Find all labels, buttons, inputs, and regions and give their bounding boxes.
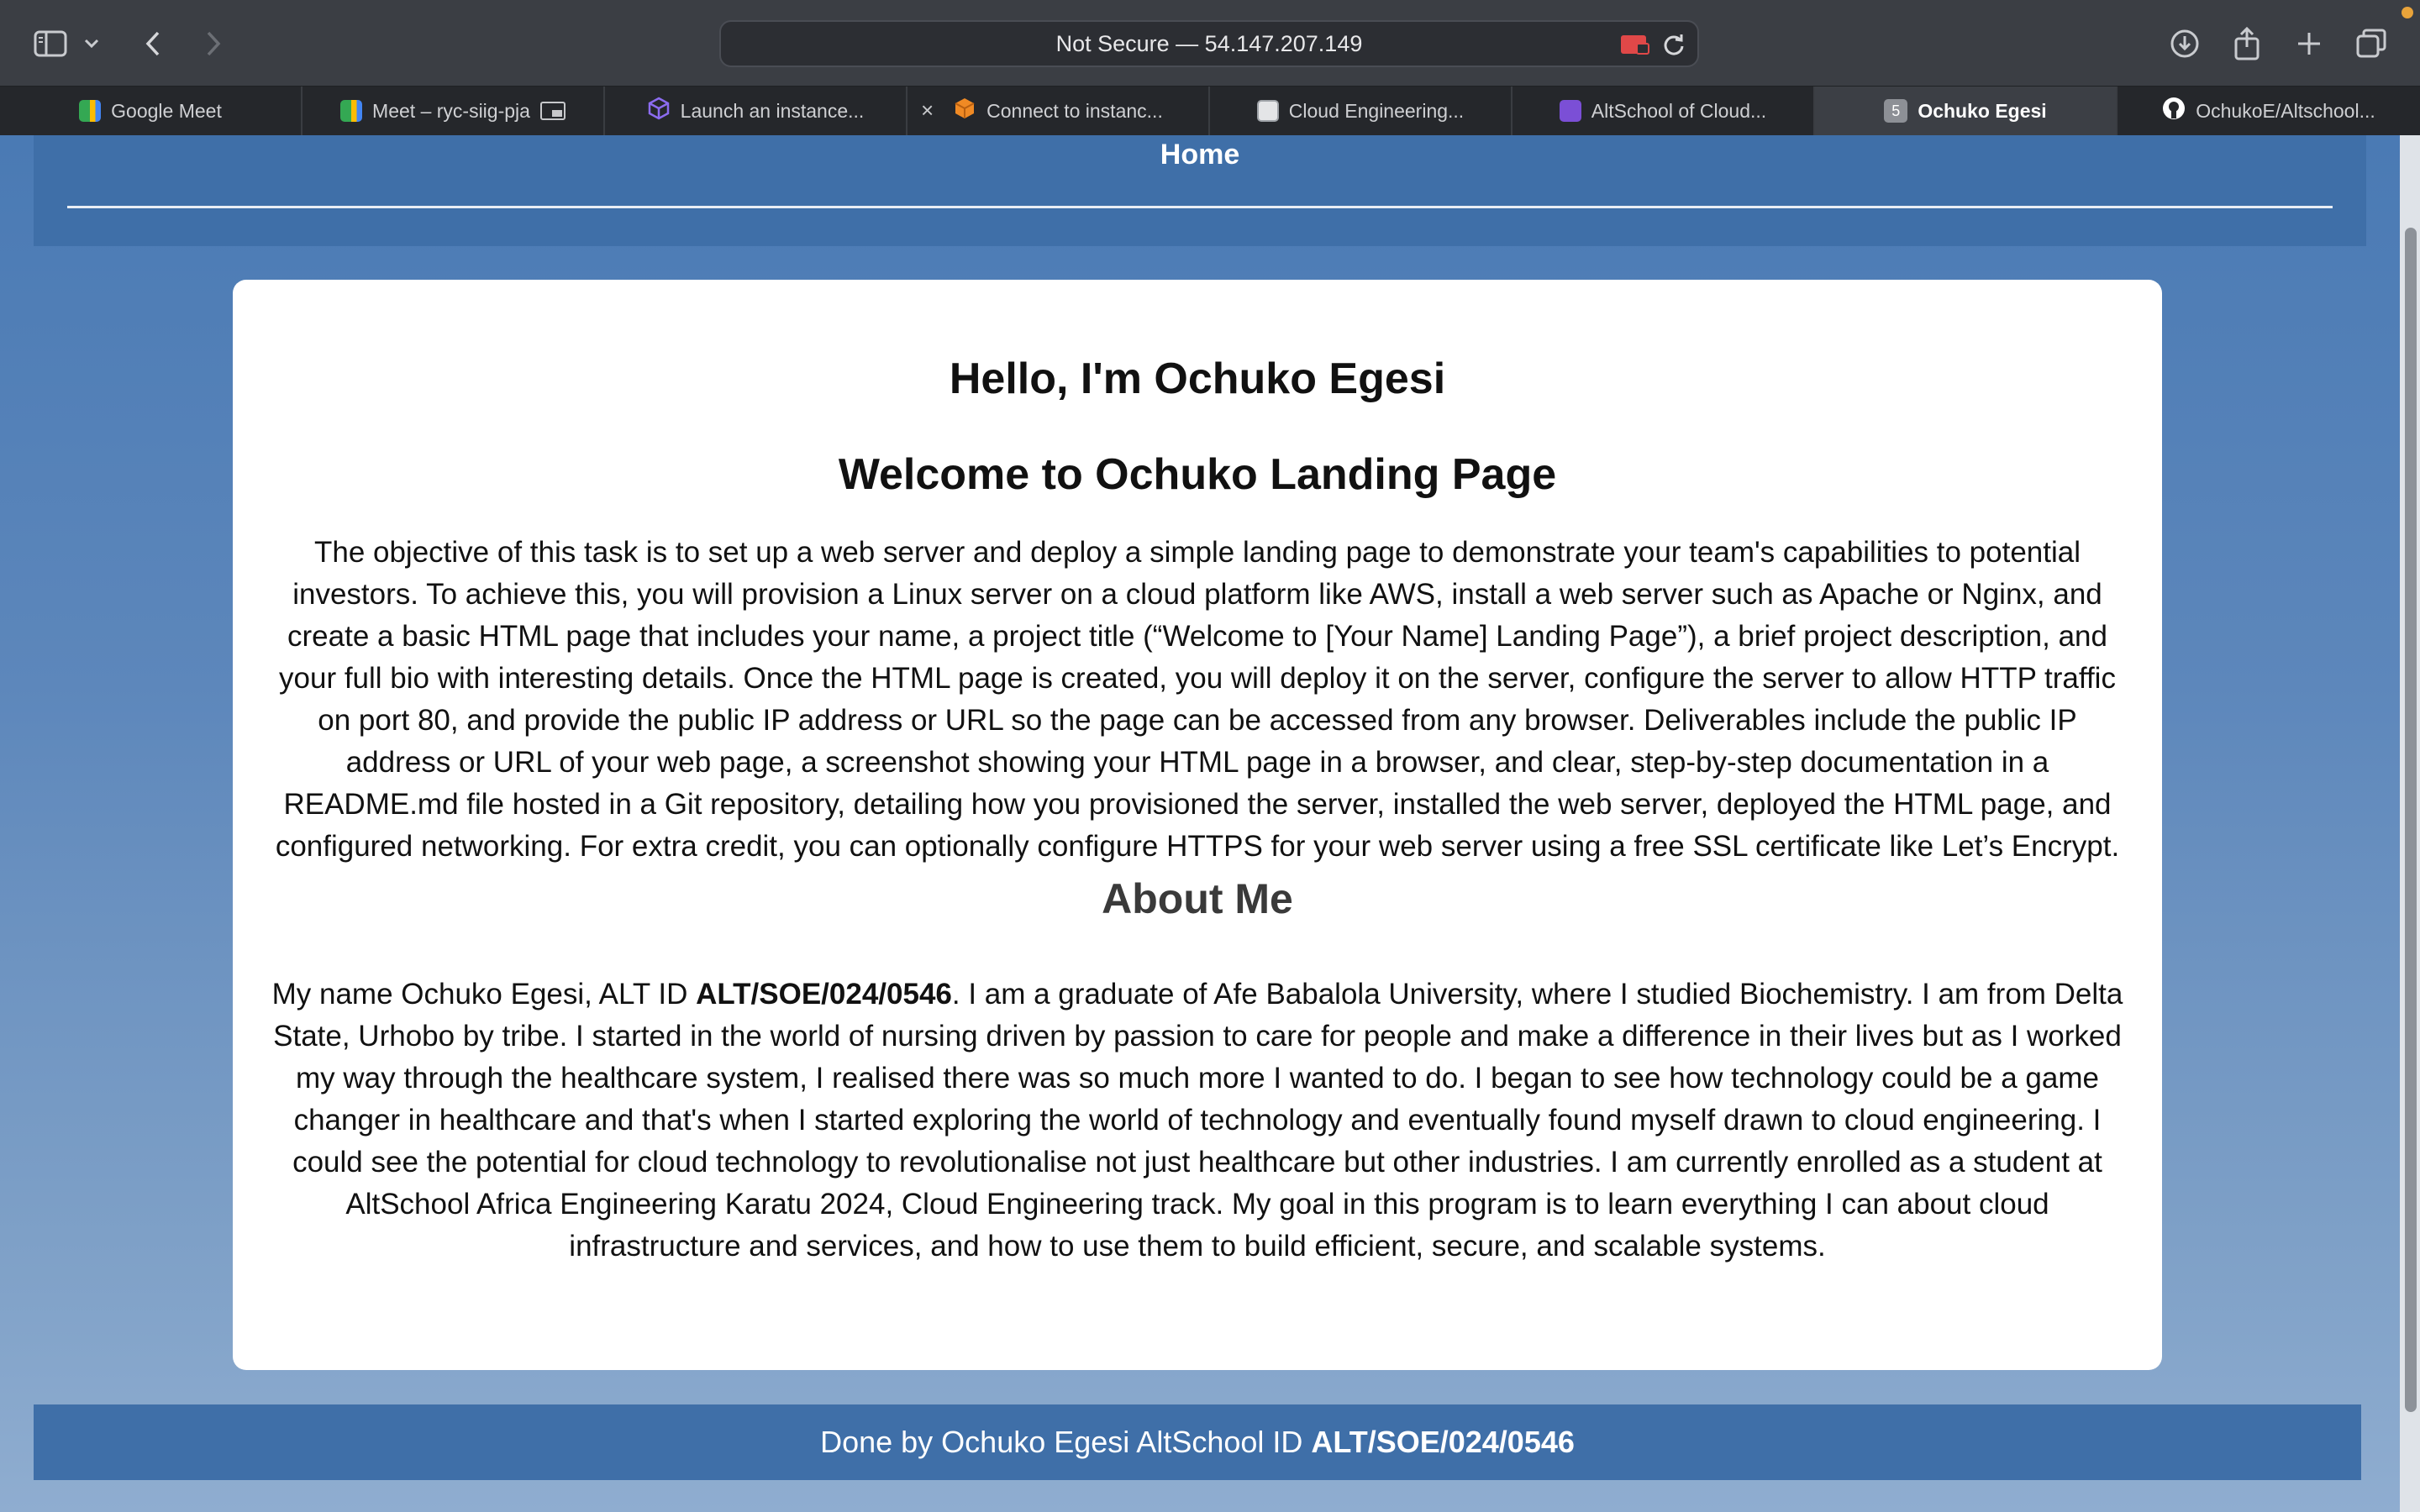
page-viewport: Home Hello, I'm Ochuko Egesi Welcome to … [0,135,2420,1512]
google-meet-icon [340,100,363,122]
nav-home-link[interactable]: Home [34,139,2366,171]
tab-label: Connect to instanc... [986,99,1163,122]
tab-meet-call[interactable]: Meet – ryc-siig-pja [302,87,605,135]
alt-id: ALT/SOE/024/0546 [696,978,952,1011]
tab-label: Cloud Engineering... [1288,99,1465,122]
tab-label: Meet – ryc-siig-pja [372,99,530,122]
tab-label: Launch an instance... [680,99,865,122]
scrollbar-thumb[interactable] [2405,228,2417,1412]
tab-label: AltSchool of Cloud... [1591,99,1767,122]
share-icon[interactable] [2228,25,2265,62]
site-footer: Done by Ochuko Egesi AltSchool ID ALT/SO… [34,1404,2361,1480]
sidebar-toggle-icon[interactable] [32,25,69,62]
doc-icon [1256,100,1279,122]
tab-cloud-engineering[interactable]: Cloud Engineering... [1210,87,1512,135]
page-title: Welcome to Ochuko Landing Page [838,450,1557,499]
tab-bar: Google Meet Meet – ryc-siig-pja Launch a… [0,87,2420,135]
tab-altschool[interactable]: AltSchool of Cloud... [1512,87,1815,135]
tab-label: OchukoE/Altschool... [2196,99,2375,122]
header-divider [67,206,2333,208]
chevron-down-icon[interactable] [79,25,104,62]
close-tab-icon[interactable]: × [921,98,934,122]
forward-arrow-icon[interactable] [195,25,232,62]
bio-paragraph: My name Ochuko Egesi, ALT ID ALT/SOE/024… [265,974,2130,1268]
aws-box-icon [953,97,976,125]
list-icon [1559,100,1581,122]
tab-connect-instance[interactable]: × Connect to instanc... [908,87,1210,135]
tab-label: Ochuko Egesi [1918,99,2047,122]
reload-icon[interactable] [1662,33,1686,60]
tab-overview-icon[interactable] [2353,25,2390,62]
bio-text: . I am a graduate of Afe Babalola Univer… [273,978,2123,1263]
tab-google-meet[interactable]: Google Meet [0,87,302,135]
site-header: Home [34,135,2366,246]
tab-number-badge: 5 [1884,99,1908,123]
browser-toolbar: Not Secure — 54.147.207.149 [0,0,2420,87]
address-text[interactable]: Not Secure — 54.147.207.149 [721,22,1697,66]
greeting-heading: Hello, I'm Ochuko Egesi [949,354,1446,403]
tab-launch-instance[interactable]: Launch an instance... [605,87,908,135]
github-icon [2162,97,2186,125]
scrollbar[interactable] [2400,135,2420,1512]
picture-in-picture-icon[interactable] [539,102,566,120]
downloads-icon[interactable] [2166,25,2203,62]
back-arrow-icon[interactable] [134,25,171,62]
tab-github-repo[interactable]: OchukoE/Altschool... [2118,87,2420,135]
content-card: Hello, I'm Ochuko Egesi Welcome to Ochuk… [233,280,2162,1370]
notification-dot [2402,7,2413,18]
about-heading: About Me [1102,875,1293,922]
tab-ochuko-egesi[interactable]: 5 Ochuko Egesi [1815,87,2118,135]
bio-prefix: My name Ochuko Egesi, ALT ID [271,978,697,1011]
tab-label: Google Meet [111,99,222,122]
google-meet-icon [79,100,102,122]
address-bar[interactable]: Not Secure — 54.147.207.149 [719,20,1699,67]
new-tab-icon[interactable] [2291,25,2328,62]
footer-alt-id: ALT/SOE/024/0546 [1311,1425,1575,1459]
aws-cube-icon [647,97,671,125]
project-description: The objective of this task is to set up … [275,536,2120,863]
screen-recording-icon[interactable] [1620,34,1650,60]
footer-text: Done by Ochuko Egesi AltSchool ID [820,1425,1312,1459]
